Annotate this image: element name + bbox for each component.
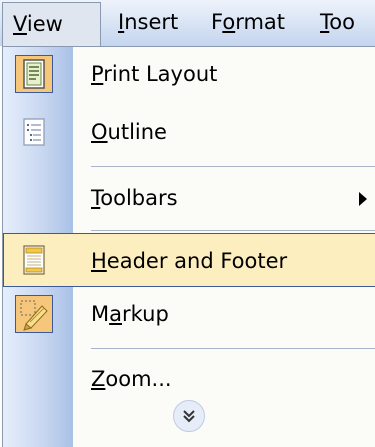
label-rest: oolbars (100, 186, 178, 210)
menu-item-label: Print Layout (91, 47, 217, 101)
label-key: Z (91, 367, 106, 391)
menu-tools-rest: oo (329, 10, 355, 34)
print-layout-icon (15, 55, 53, 93)
label-rest: rkup (122, 302, 169, 326)
menu-item-outline[interactable]: Outline (3, 105, 375, 159)
menu-item-label: Toolbars (91, 171, 178, 225)
menu-separator (91, 348, 375, 349)
menu-format[interactable]: Format (201, 0, 295, 44)
menu-insert[interactable]: Insert (108, 0, 188, 44)
view-dropdown-menu: Print Layout Outline Toolbars Header and… (2, 46, 375, 447)
label-rest: oom... (105, 367, 172, 391)
menu-item-toolbars[interactable]: Toolbars (3, 171, 375, 225)
menu-item-label: Zoom... (91, 352, 172, 406)
label-pre: M (91, 302, 110, 326)
label-key: T (91, 186, 101, 210)
menu-bar: View Insert Format Too (0, 0, 375, 46)
label-key: P (91, 62, 104, 86)
label-rest: eader and Footer (106, 249, 288, 273)
menu-view-rest: iew (26, 12, 63, 36)
menu-view[interactable]: View (2, 2, 101, 46)
menu-tools[interactable]: Too (310, 0, 365, 44)
menu-format-key: o (222, 10, 236, 34)
menu-format-rest: rmat (235, 10, 286, 34)
menu-format-pre: F (211, 10, 223, 34)
label-rest: rint Layout (103, 62, 218, 86)
markup-icon (15, 295, 53, 333)
label-key: O (91, 120, 108, 144)
outline-icon (18, 116, 50, 148)
submenu-arrow-icon (359, 192, 367, 206)
menu-item-label: Outline (91, 105, 167, 159)
menu-tools-key: T (320, 10, 330, 34)
menu-item-label: Header and Footer (91, 234, 287, 288)
label-rest: utline (107, 120, 167, 144)
menu-item-print-layout[interactable]: Print Layout (3, 47, 375, 101)
menu-item-label: Markup (91, 287, 169, 341)
chevron-double-down-icon[interactable] (173, 400, 205, 432)
menu-insert-rest: nsert (124, 10, 179, 34)
header-footer-icon (18, 244, 50, 276)
menu-item-header-and-footer[interactable]: Header and Footer (3, 233, 375, 287)
menu-view-key: V (13, 12, 27, 36)
menu-separator (91, 166, 375, 167)
menu-item-markup[interactable]: Markup (3, 287, 375, 341)
menu-separator (91, 230, 375, 231)
label-key: H (91, 249, 107, 273)
menu-item-zoom[interactable]: Zoom... (3, 352, 375, 406)
label-key: a (109, 302, 122, 326)
